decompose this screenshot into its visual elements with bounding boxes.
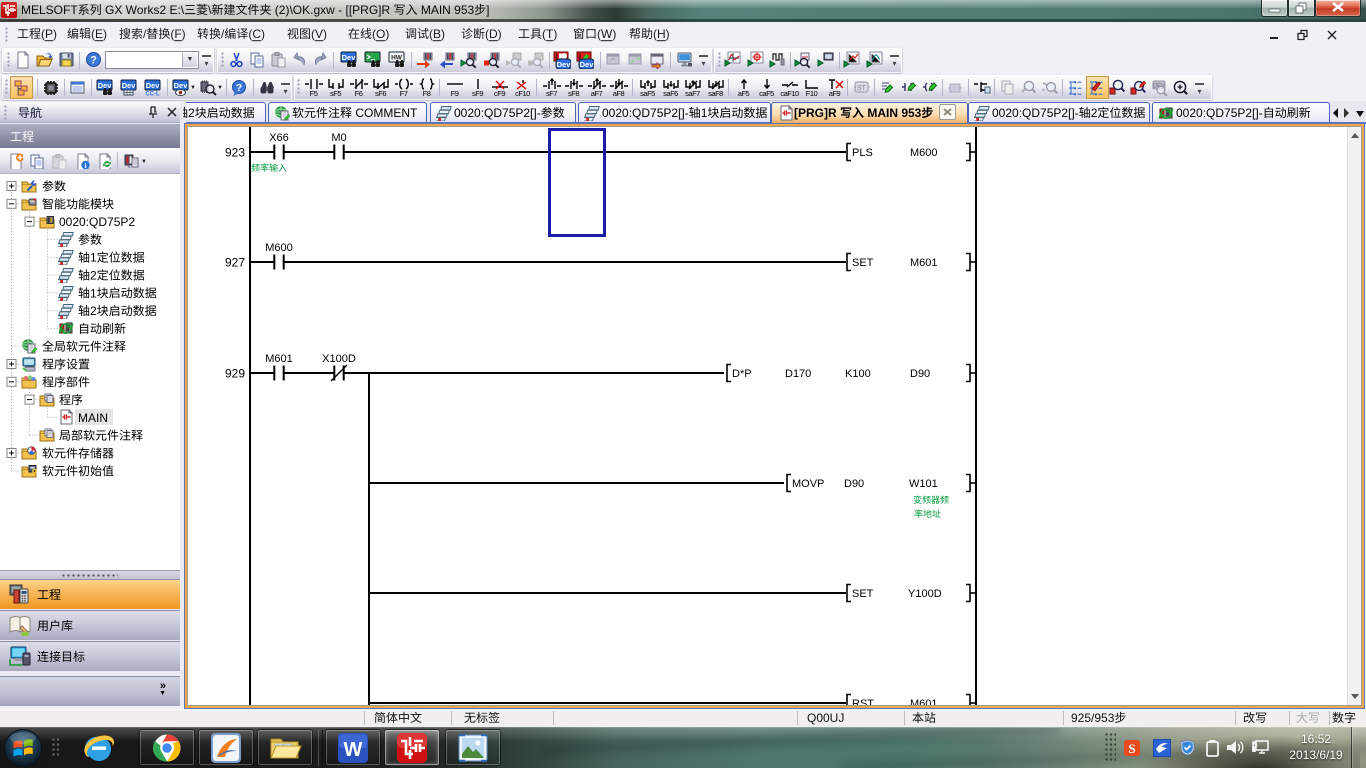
svg-text:Dev: Dev (146, 81, 161, 90)
svg-text:M601: M601 (910, 698, 938, 705)
svg-text:Dev: Dev (174, 81, 189, 90)
svg-text:Y100D: Y100D (908, 588, 942, 600)
svg-text:M600: M600 (265, 242, 293, 254)
svg-text:W101: W101 (909, 478, 938, 490)
svg-text:M601: M601 (910, 257, 938, 269)
svg-text:923: 923 (225, 146, 245, 160)
svg-text:PLS: PLS (852, 147, 873, 159)
svg-text:ST: ST (857, 85, 867, 92)
svg-text:D90: D90 (844, 478, 864, 490)
svg-text:D*P: D*P (732, 368, 752, 380)
svg-text:K100: K100 (845, 368, 871, 380)
svg-text:927: 927 (225, 256, 245, 270)
svg-text:i: i (84, 161, 86, 169)
svg-text:M601: M601 (265, 353, 293, 365)
svg-text:W: W (344, 739, 363, 761)
svg-text:MOVP: MOVP (792, 478, 824, 490)
svg-text:X100D: X100D (322, 353, 356, 365)
svg-text:M600: M600 (910, 147, 938, 159)
svg-text:?: ? (90, 55, 97, 67)
svg-text:SET: SET (852, 257, 874, 269)
svg-text:Dev: Dev (122, 81, 137, 90)
svg-text:S: S (1128, 741, 1135, 756)
svg-text:929: 929 (225, 367, 245, 381)
svg-text:SET: SET (852, 588, 874, 600)
svg-text:CC-L: CC-L (145, 92, 160, 98)
svg-text:D90: D90 (910, 368, 930, 380)
svg-text:Dev: Dev (580, 60, 594, 69)
svg-text:?: ? (236, 83, 242, 94)
svg-text:Dev: Dev (557, 60, 571, 69)
svg-text:M0: M0 (331, 132, 346, 144)
svg-text:D170: D170 (785, 368, 811, 380)
svg-text:X66: X66 (269, 132, 289, 144)
svg-text:RST: RST (852, 698, 874, 705)
